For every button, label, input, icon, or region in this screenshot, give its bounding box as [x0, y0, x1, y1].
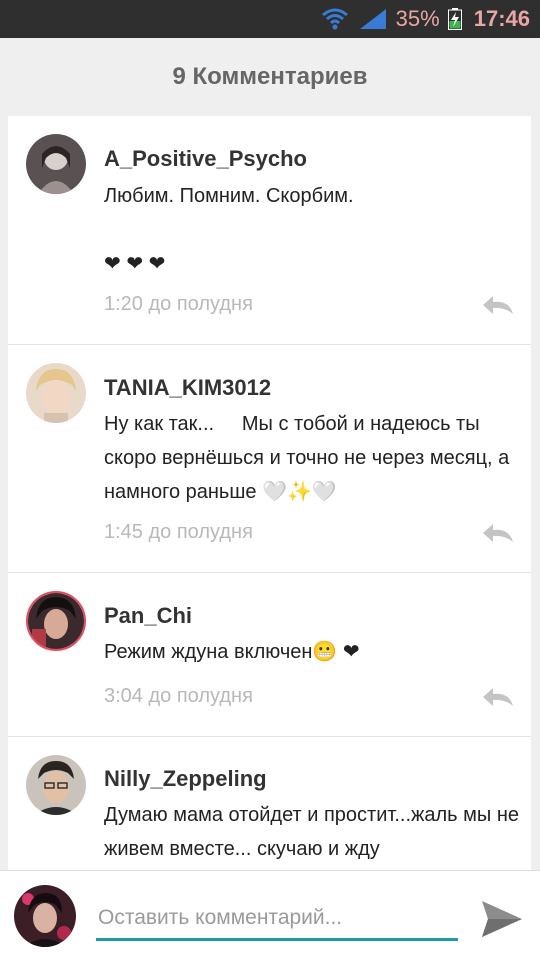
comment-author[interactable]: Nilly_Zeppeling — [104, 766, 267, 792]
status-bar: 35% 17:46 — [0, 0, 540, 38]
comment-item: Nilly_Zeppeling Думаю мама отойдет и про… — [8, 737, 531, 870]
comment-time: 1:45 до полудня — [104, 521, 253, 543]
comment-item: Pan_Chi Режим ждуна включен😬 ❤ 3:04 до п… — [8, 573, 531, 737]
comment-time: 1:20 до полудня — [104, 293, 253, 315]
send-icon[interactable] — [480, 899, 524, 939]
wifi-icon — [321, 8, 348, 30]
comment-author[interactable]: Pan_Chi — [104, 603, 192, 629]
reply-icon[interactable] — [481, 686, 515, 708]
comments-header: 9 Комментариев — [0, 38, 540, 116]
battery-percent: 35% — [395, 6, 440, 31]
avatar[interactable] — [26, 134, 86, 194]
comment-time: 3:04 до полудня — [104, 685, 253, 707]
comment-author[interactable]: TANIA_KIM3012 — [104, 375, 271, 401]
comment-composer — [0, 870, 540, 960]
comment-item: TANIA_KIM3012 Ну как так... Мы с тобой и… — [8, 345, 531, 573]
comment-text: Режим ждуна включен😬 ❤ — [104, 641, 360, 663]
comment-input[interactable] — [96, 897, 458, 941]
comment-text: Любим. Помним. Скорбим. ❤ ❤ ❤ — [104, 185, 354, 275]
reply-icon[interactable] — [481, 294, 515, 316]
signal-icon — [359, 9, 386, 29]
battery-charging-icon — [447, 8, 462, 30]
comment-list[interactable]: A_Positive_Psycho Любим. Помним. Скорбим… — [8, 116, 531, 870]
avatar[interactable] — [26, 363, 86, 423]
page-title: 9 Комментариев — [172, 63, 368, 90]
comment-author[interactable]: A_Positive_Psycho — [104, 146, 307, 172]
reply-icon[interactable] — [481, 522, 515, 544]
avatar[interactable] — [26, 591, 86, 651]
comment-text: Ну как так... Мы с тобой и надеюсь ты ск… — [104, 413, 515, 503]
comment-item: A_Positive_Psycho Любим. Помним. Скорбим… — [8, 116, 531, 345]
avatar[interactable] — [26, 755, 86, 815]
current-user-avatar — [14, 885, 76, 947]
comment-text: Думаю мама отойдет и простит...жаль мы н… — [104, 804, 525, 860]
clock: 17:46 — [473, 6, 530, 31]
